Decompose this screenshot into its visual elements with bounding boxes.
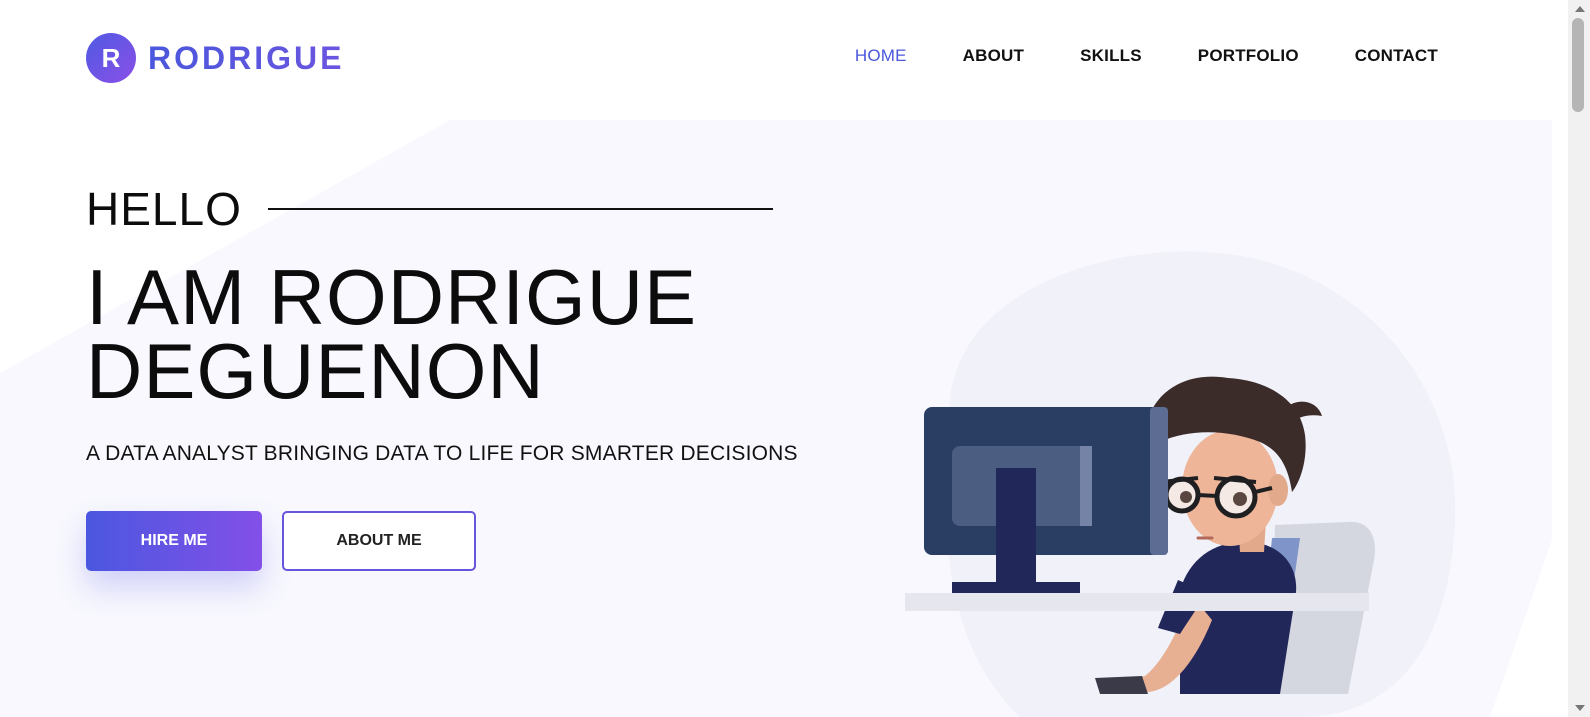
nav-item-skills[interactable]: SKILLS bbox=[1080, 46, 1142, 66]
hero-name: I AM RODRIGUE DEGUENON bbox=[86, 253, 698, 415]
site-header: R RODRIGUE HOME ABOUT SKILLS PORTFOLIO C… bbox=[0, 0, 1552, 120]
nav-item-contact[interactable]: CONTACT bbox=[1355, 46, 1438, 66]
nav-item-home[interactable]: HOME bbox=[855, 46, 907, 66]
main-nav: HOME ABOUT SKILLS PORTFOLIO CONTACT bbox=[799, 46, 1438, 66]
scroll-up-arrow-icon[interactable] bbox=[1575, 6, 1585, 12]
scroll-down-arrow-icon[interactable] bbox=[1575, 705, 1585, 711]
greeting-text: HELLO bbox=[86, 183, 242, 235]
brand-logo[interactable]: R RODRIGUE bbox=[86, 33, 344, 83]
hero-section: HELLO I AM RODRIGUE DEGUENON A DATA ANAL… bbox=[0, 120, 1552, 717]
nav-item-about[interactable]: ABOUT bbox=[963, 46, 1024, 66]
about-me-button[interactable]: ABOUT ME bbox=[282, 511, 476, 571]
developer-illustration-icon bbox=[905, 251, 1456, 717]
nav-item-portfolio[interactable]: PORTFOLIO bbox=[1198, 46, 1299, 66]
hero-subtitle: A DATA ANALYST BRINGING DATA TO LIFE FOR… bbox=[86, 442, 798, 465]
greeting-divider bbox=[267, 208, 773, 210]
hire-me-button[interactable]: HIRE ME bbox=[86, 511, 262, 571]
brand-name: RODRIGUE bbox=[148, 39, 345, 76]
logo-badge-icon: R bbox=[86, 33, 136, 83]
hero-name-line2: DEGUENON bbox=[86, 327, 545, 415]
scroll-thumb[interactable] bbox=[1572, 18, 1584, 112]
greeting-row: HELLO bbox=[86, 182, 773, 236]
page-scrollbar[interactable] bbox=[1568, 0, 1590, 717]
hero-name-line1: I AM RODRIGUE bbox=[86, 253, 698, 341]
